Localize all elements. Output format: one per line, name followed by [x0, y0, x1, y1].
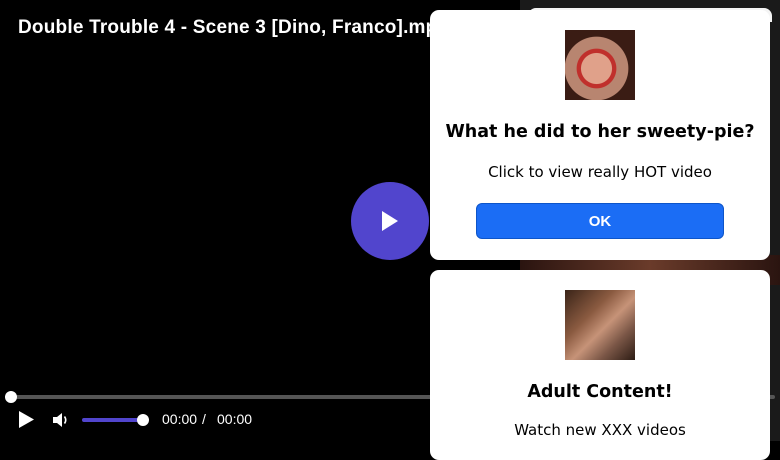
volume-handle[interactable]	[137, 414, 149, 426]
big-play-button[interactable]	[351, 182, 429, 260]
ad-text: Click to view really HOT video	[488, 163, 712, 181]
ad-thumbnail[interactable]	[565, 290, 635, 360]
play-icon	[19, 411, 34, 428]
volume-icon	[53, 413, 67, 427]
total-time: 00:00	[217, 411, 253, 427]
play-icon	[382, 211, 398, 231]
play-button[interactable]	[18, 410, 35, 434]
current-time: 00:00	[162, 411, 198, 427]
video-title: Double Trouble 4 - Scene 3 [Dino, Franco…	[18, 17, 449, 38]
ad-thumbnail[interactable]	[565, 30, 635, 100]
volume-slider[interactable]	[82, 418, 144, 422]
ad-headline: Adult Content!	[527, 382, 673, 402]
ok-button[interactable]: OK	[476, 203, 724, 239]
volume-button[interactable]	[52, 411, 70, 434]
ad-text: Watch new XXX videos	[514, 421, 686, 439]
progress-handle[interactable]	[5, 391, 17, 403]
ad-headline: What he did to her sweety-pie?	[445, 122, 755, 142]
ad-popup[interactable]: Adult Content! Watch new XXX videos	[430, 270, 770, 460]
ad-popup[interactable]: What he did to her sweety-pie? Click to …	[430, 10, 770, 260]
time-separator: /	[202, 411, 206, 427]
